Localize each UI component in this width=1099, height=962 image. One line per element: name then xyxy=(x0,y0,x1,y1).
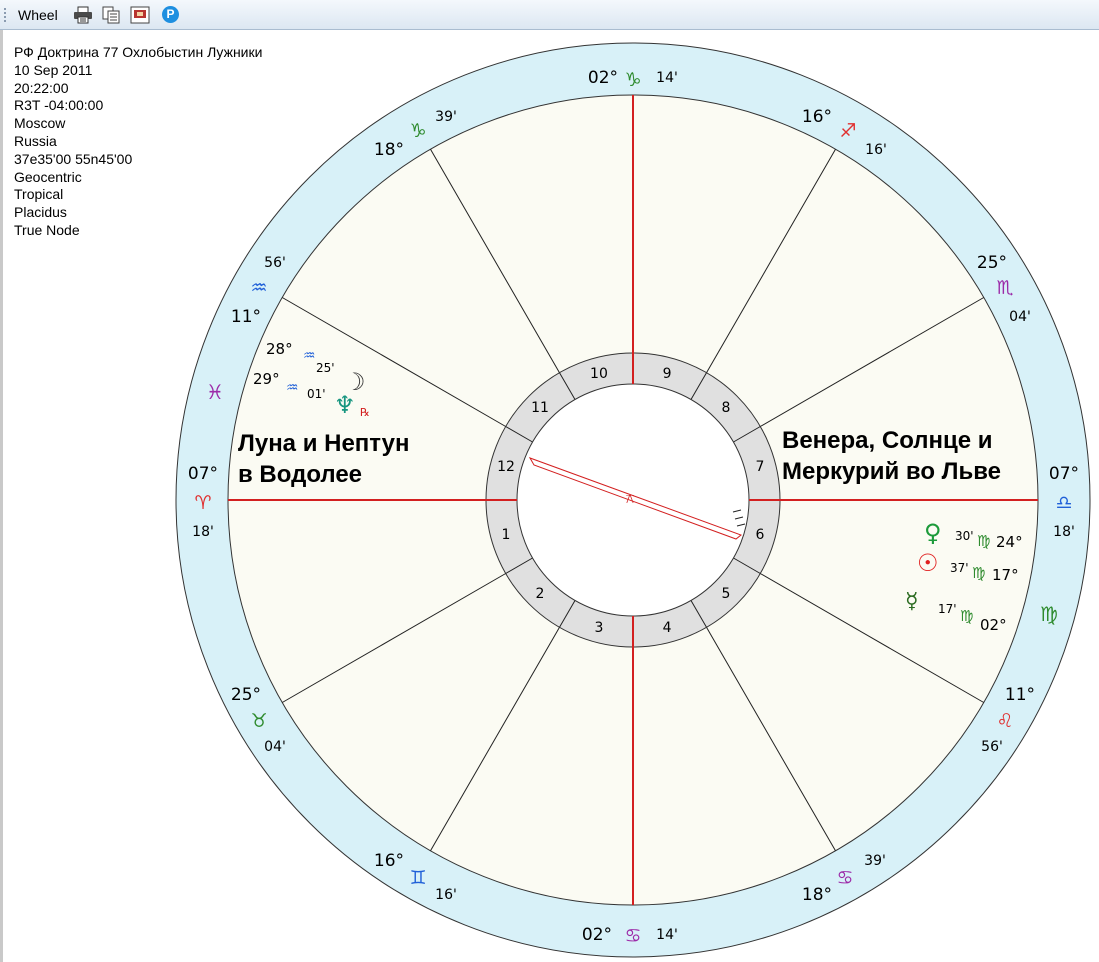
cusp-minute: 16' xyxy=(435,887,457,903)
cusp-minute: 18' xyxy=(1053,524,1075,540)
cusp-minute: 39' xyxy=(435,109,457,125)
house-number-10: 10 xyxy=(590,366,608,382)
sagittarius-icon: ♐ xyxy=(839,120,856,142)
cusp-degree: 11° xyxy=(231,307,261,327)
aquarius-icon: ♒ xyxy=(286,380,299,396)
neptune-degree: 29° xyxy=(253,370,280,388)
aspect-glyph: ⚻ xyxy=(626,492,635,507)
virgo-icon: ♍ xyxy=(1040,602,1058,626)
venus-degree: 24° xyxy=(996,533,1023,551)
cusp-degree: 07° xyxy=(1049,464,1079,484)
capricorn-icon: ♑ xyxy=(409,120,426,142)
annotation-right-line1: Венера, Солнце и xyxy=(782,427,993,454)
libra-icon: ♎ xyxy=(1055,492,1072,514)
cusp-degree: 11° xyxy=(1005,685,1035,705)
cusp-degree: 07° xyxy=(188,464,218,484)
house-number-2: 2 xyxy=(536,586,545,602)
cusp-degree: 18° xyxy=(374,140,404,160)
cancer-icon: ♋ xyxy=(836,867,853,889)
venus-minute: 30' xyxy=(955,529,974,543)
virgo-icon: ♍ xyxy=(977,532,990,550)
pisces-icon: ♓ xyxy=(206,380,224,404)
house-number-8: 8 xyxy=(722,400,731,416)
neptune-icon[interactable]: ♆ xyxy=(334,391,356,419)
cusp-minute: 04' xyxy=(264,739,286,755)
cusp-minute: 04' xyxy=(1009,309,1031,325)
retrograde-icon: ℞ xyxy=(360,406,370,419)
cusp-degree: 25° xyxy=(231,685,261,705)
cusp-minute: 18' xyxy=(192,524,214,540)
sun-icon[interactable]: ☉ xyxy=(917,549,939,577)
cusp-degree: 02° xyxy=(588,68,618,88)
cusp-degree: 16° xyxy=(802,107,832,127)
leo-icon: ♌ xyxy=(996,710,1013,732)
annotation-venus-sun-mercury: Венера, Солнце и Меркурий во Льве xyxy=(782,425,1001,487)
house-number-1: 1 xyxy=(502,527,511,543)
moon-degree: 28° xyxy=(266,340,293,358)
cusp-minute: 14' xyxy=(656,927,678,943)
annotation-left-line2: в Водолее xyxy=(238,461,363,488)
cusp-minute: 39' xyxy=(864,853,886,869)
cusp-degree: 16° xyxy=(374,851,404,871)
cusp-minute: 14' xyxy=(656,70,678,86)
mercury-icon[interactable]: ☿ xyxy=(905,589,919,614)
mercury-degree: 02° xyxy=(980,616,1007,634)
house-number-5: 5 xyxy=(722,586,731,602)
house-number-4: 4 xyxy=(663,620,672,636)
gemini-icon: ♊ xyxy=(409,867,426,889)
virgo-icon: ♍ xyxy=(960,607,973,625)
house-number-7: 7 xyxy=(756,459,765,475)
house-number-3: 3 xyxy=(595,620,604,636)
aries-icon: ♈ xyxy=(194,492,211,514)
mercury-minute: 17' xyxy=(938,602,957,616)
annotation-right-line2: Меркурий во Льве xyxy=(782,458,1002,485)
cusp-degree: 02° xyxy=(582,925,612,945)
sun-minute: 37' xyxy=(950,561,969,575)
annotation-moon-neptune: Луна и Нептун в Водолее xyxy=(238,428,410,490)
cusp-minute: 56' xyxy=(264,255,286,271)
cusp-degree: 18° xyxy=(802,885,832,905)
house-number-6: 6 xyxy=(756,527,765,543)
aquarius-icon: ♒ xyxy=(303,348,316,364)
sun-degree: 17° xyxy=(992,566,1019,584)
moon-minute: 25' xyxy=(316,361,335,375)
neptune-minute: 01' xyxy=(307,387,326,401)
scorpio-icon: ♏ xyxy=(996,277,1013,299)
capricorn-icon: ♑ xyxy=(624,69,641,91)
venus-icon[interactable]: ♀ xyxy=(924,519,942,547)
taurus-icon: ♉ xyxy=(250,710,267,732)
cancer-icon: ♋ xyxy=(624,925,641,947)
cusp-minute: 16' xyxy=(865,142,887,158)
annotation-left-line1: Луна и Нептун xyxy=(238,430,410,457)
house-number-11: 11 xyxy=(531,400,549,416)
cusp-degree: 25° xyxy=(977,253,1007,273)
house-number-12: 12 xyxy=(497,459,515,475)
virgo-icon: ♍ xyxy=(972,564,985,582)
cusp-minute: 56' xyxy=(981,739,1003,755)
house-number-9: 9 xyxy=(663,366,672,382)
aquarius-icon: ♒ xyxy=(250,277,267,299)
